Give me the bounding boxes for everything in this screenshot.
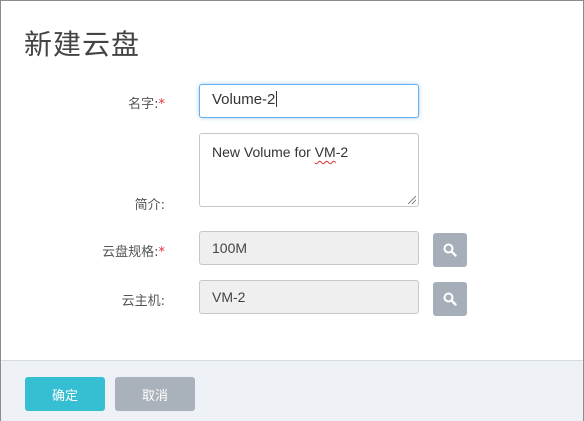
name-label-text: 名字: xyxy=(128,97,159,112)
text-caret xyxy=(276,91,278,107)
description-value-before: New Volume for xyxy=(212,144,315,160)
name-input-value: Volume-2 xyxy=(212,91,276,108)
cancel-button[interactable]: 取消 xyxy=(115,377,195,411)
host-field: VM-2 xyxy=(199,280,419,314)
host-value: VM-2 xyxy=(212,289,246,305)
confirm-button[interactable]: 确定 xyxy=(25,377,105,411)
disk-spec-label-text: 云盘规格: xyxy=(102,245,159,260)
disk-spec-label: 云盘规格:* xyxy=(45,241,165,260)
search-icon xyxy=(443,292,457,306)
dialog-footer: 确定 取消 xyxy=(1,360,583,421)
name-label: 名字:* xyxy=(45,93,165,112)
host-search-button[interactable] xyxy=(433,282,467,316)
dialog-title: 新建云盘 xyxy=(24,28,141,61)
resize-grip[interactable] xyxy=(408,196,416,204)
description-label: 简介: xyxy=(134,198,165,213)
disk-spec-required-mark: * xyxy=(158,245,166,260)
description-value-misspelled: VM xyxy=(314,144,336,160)
name-required-mark: * xyxy=(158,97,166,112)
description-textarea[interactable]: New Volume for VM-2 xyxy=(199,133,419,207)
name-input[interactable]: Volume-2 xyxy=(199,84,419,118)
disk-spec-field: 100M xyxy=(199,231,419,265)
host-label: 云主机: xyxy=(121,294,165,309)
create-volume-dialog: 新建云盘 名字:* Volume-2 简介: New Volume for VM… xyxy=(0,0,584,421)
disk-spec-search-button[interactable] xyxy=(433,233,467,267)
disk-spec-value: 100M xyxy=(212,240,248,256)
search-icon xyxy=(443,243,457,257)
description-value-after: -2 xyxy=(335,144,349,160)
